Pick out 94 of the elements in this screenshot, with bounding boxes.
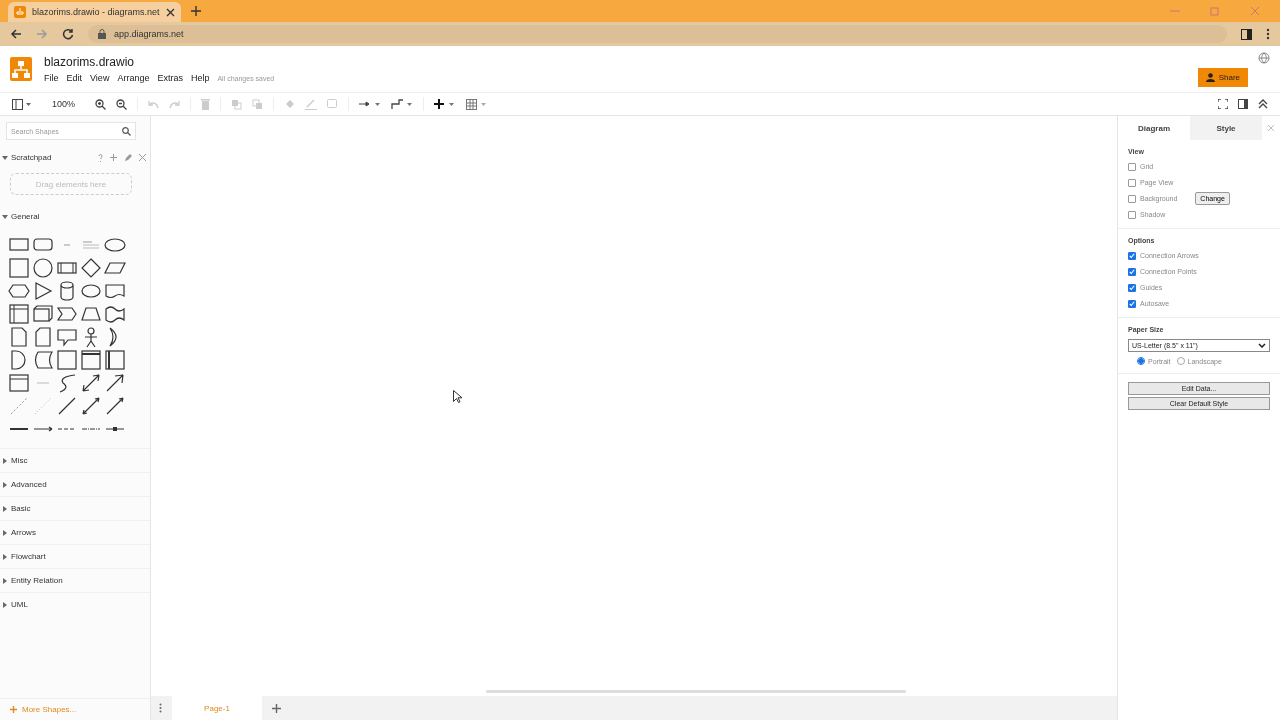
checkbox[interactable] [1128,267,1136,276]
vertical-container-icon[interactable] [104,349,126,371]
callout-icon[interactable] [56,326,78,348]
checkbox[interactable] [1128,299,1136,308]
share-button[interactable]: Share [1197,67,1248,87]
caret-icon[interactable] [2,481,8,488]
search-icon [122,127,131,136]
format-panel-icon[interactable] [1238,99,1248,109]
menu-item[interactable]: File [44,73,59,83]
reload-icon[interactable] [62,28,74,40]
checkbox[interactable] [1128,162,1136,171]
line-color-icon[interactable] [305,98,318,110]
section-title[interactable]: Basic [11,504,31,513]
sidebar-icon[interactable] [1241,28,1252,40]
browser-tab[interactable]: blazorims.drawio - diagrams.net [8,2,181,22]
zoom-in-icon[interactable] [95,98,107,110]
note-icon[interactable] [8,326,30,348]
add-icon[interactable] [110,154,117,161]
container-icon[interactable] [56,349,78,371]
back-icon[interactable] [10,28,22,40]
drawio-logo-icon [10,57,32,81]
document-title[interactable]: blazorims.drawio [44,55,275,69]
diagonal-line-icon[interactable] [56,395,78,417]
scrollbar[interactable] [486,690,906,693]
address-field[interactable]: app.diagrams.net [88,25,1227,43]
section-title[interactable]: Scratchpad [11,153,52,162]
arrow-line-icon[interactable] [104,395,126,417]
section-title[interactable]: Advanced [11,480,47,489]
new-tab-icon[interactable] [190,6,201,16]
tape-icon[interactable] [104,303,126,325]
card-icon[interactable] [32,326,54,348]
radio-button[interactable] [1137,357,1145,365]
checkbox[interactable] [1128,194,1136,203]
square-icon[interactable] [8,257,30,279]
dotted-line-icon[interactable] [32,395,54,417]
tab-title: blazorims.drawio - diagrams.net [32,7,160,17]
checkbox[interactable] [1128,210,1136,219]
data-storage-icon[interactable] [32,349,54,371]
checkbox[interactable] [1128,251,1136,260]
more-icon[interactable] [1266,28,1270,40]
circle-icon[interactable] [32,257,54,279]
panel-layout-icon[interactable] [12,98,32,110]
section-title[interactable]: Flowchart [11,552,46,561]
section-title[interactable]: Entity Relation [11,576,63,585]
fullscreen-icon[interactable] [1218,99,1228,109]
menu-item[interactable]: View [90,73,110,83]
caret-icon[interactable] [2,505,8,512]
section-title[interactable]: Misc [11,456,28,465]
caret-icon[interactable] [2,529,8,536]
mouse-pointer-icon [453,390,462,403]
checkbox[interactable] [1128,178,1136,187]
menu-item[interactable]: Edit [66,73,83,83]
cube-icon[interactable] [32,303,54,325]
bidirectional-arrow-icon[interactable] [80,372,102,394]
insert-icon[interactable] [434,98,457,110]
menu-item[interactable]: Help [190,73,210,83]
frame-icon[interactable] [80,349,102,371]
caret-icon[interactable] [2,601,8,608]
triangle-icon[interactable] [32,280,54,302]
table-icon[interactable] [466,98,489,110]
plus-icon [10,706,17,713]
globe-icon[interactable] [1258,51,1270,64]
fill-color-icon[interactable] [284,98,296,110]
arrow-icon[interactable] [104,372,126,394]
zoom-out-icon[interactable] [116,98,128,110]
section-title[interactable]: Arrows [11,528,36,537]
close-icon[interactable] [165,7,175,17]
caret-icon[interactable] [2,213,8,220]
panel-tab[interactable]: Style [1190,116,1262,140]
edit-icon[interactable] [124,153,132,162]
list-icon[interactable] [8,372,30,394]
radio-button[interactable] [1176,357,1185,365]
diamond-icon[interactable] [80,257,102,279]
waypoints-icon[interactable] [391,98,414,110]
caret-icon [1258,343,1266,348]
internal-storage-icon[interactable] [8,303,30,325]
add-page-icon[interactable] [272,703,281,713]
caret-icon[interactable] [2,553,8,560]
drawio-logo-icon [14,6,26,18]
section-title[interactable]: General [11,212,40,221]
caret-icon[interactable] [2,154,8,161]
user-icon [1205,72,1215,82]
lock-icon [98,29,106,39]
menu-item[interactable]: Extras [157,73,183,83]
more-icon[interactable] [159,703,162,713]
connection-icon[interactable] [359,99,382,109]
caret-icon[interactable] [2,577,8,584]
checkbox[interactable] [1128,283,1136,292]
caret-icon[interactable] [2,457,8,464]
double-arrow-line-icon[interactable] [80,395,102,417]
collapse-icon[interactable] [1258,99,1268,109]
zoom-dropdown[interactable]: 100% [52,99,76,109]
section-title[interactable]: UML [11,600,28,609]
menu-item[interactable]: Arrange [117,73,150,83]
